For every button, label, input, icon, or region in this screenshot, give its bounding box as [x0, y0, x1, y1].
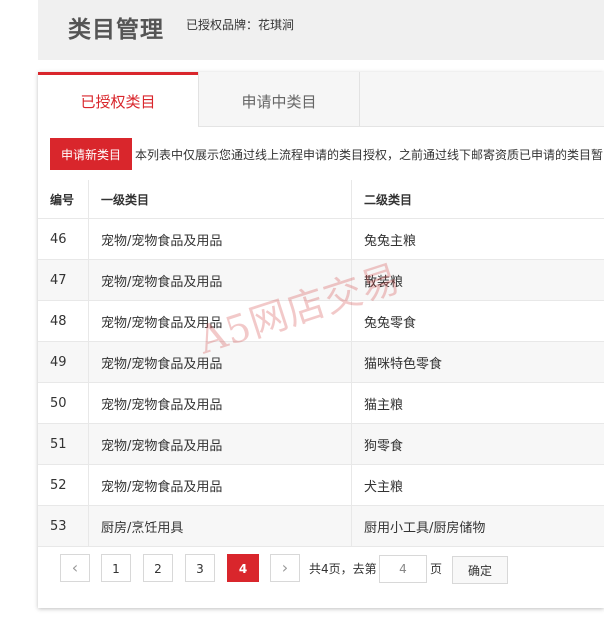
column-header-level1: 一级类目: [88, 180, 352, 219]
table-row: 53 厨房/烹饪用具 厨用小工具/厨房储物: [38, 505, 604, 547]
table-row: 48 宠物/宠物食品及用品 兔兔零食: [38, 300, 604, 342]
table-row: 52 宠物/宠物食品及用品 犬主粮: [38, 464, 604, 506]
cell-level1: 宠物/宠物食品及用品: [88, 341, 352, 383]
page-title: 类目管理: [68, 17, 164, 43]
cell-level1: 宠物/宠物食品及用品: [88, 423, 352, 465]
cell-level1: 厨房/烹饪用具: [88, 505, 352, 547]
cell-level2: 猫主粮: [351, 382, 604, 424]
authorized-brand-label: 已授权品牌：花琪涧: [186, 18, 295, 32]
notice-text: 本列表中仅展示您通过线上流程申请的类目授权，之前通过线下邮寄资质已申请的类目暂: [135, 148, 604, 162]
confirm-goto-button[interactable]: 确定: [452, 556, 508, 584]
page-button-4-current[interactable]: 4: [227, 554, 259, 582]
cell-level2: 猫咪特色零食: [351, 341, 604, 383]
page-unit-label: 页: [430, 562, 443, 576]
cell-id: 50: [38, 382, 89, 424]
table-row: 47 宠物/宠物食品及用品 散装粮: [38, 259, 604, 301]
cell-level2: 厨用小工具/厨房储物: [351, 505, 604, 547]
cell-level1: 宠物/宠物食品及用品: [88, 259, 352, 301]
cell-level2: 兔兔主粮: [351, 218, 604, 260]
tab-authorized-categories[interactable]: 已授权类目: [38, 72, 198, 127]
table-row: 49 宠物/宠物食品及用品 猫咪特色零食: [38, 341, 604, 383]
table-header-row: 编号 一级类目 二级类目: [38, 180, 604, 219]
cell-level1: 宠物/宠物食品及用品: [88, 382, 352, 424]
cell-level2: 兔兔零食: [351, 300, 604, 342]
category-table: 编号 一级类目 二级类目 46 宠物/宠物食品及用品 兔兔主粮 47 宠物/宠物…: [38, 180, 604, 547]
cell-level2: 狗零食: [351, 423, 604, 465]
cell-id: 47: [38, 259, 89, 301]
apply-new-category-button[interactable]: 申请新类目: [50, 138, 132, 170]
table-row: 51 宠物/宠物食品及用品 狗零食: [38, 423, 604, 465]
total-pages-label: 共4页，去第: [309, 562, 377, 576]
page-button-3[interactable]: 3: [185, 554, 215, 582]
cell-id: 46: [38, 218, 89, 260]
column-header-id: 编号: [38, 180, 89, 219]
next-page-button[interactable]: ›: [270, 554, 300, 582]
tab-pending-categories[interactable]: 申请中类目: [199, 72, 359, 126]
cell-level2: 散装粮: [351, 259, 604, 301]
cell-level1: 宠物/宠物食品及用品: [88, 464, 352, 506]
page-header: 类目管理 已授权品牌：花琪涧: [38, 0, 604, 60]
pagination: ‹ 1 2 3 4 › 共4页，去第 页 确定: [38, 542, 604, 592]
cell-id: 48: [38, 300, 89, 342]
cell-id: 51: [38, 423, 89, 465]
tab-bar: 已授权类目 申请中类目: [38, 72, 604, 127]
table-row: 46 宠物/宠物食品及用品 兔兔主粮: [38, 218, 604, 260]
cell-id: 49: [38, 341, 89, 383]
table-row: 50 宠物/宠物食品及用品 猫主粮: [38, 382, 604, 424]
column-header-level2: 二级类目: [351, 180, 604, 219]
prev-page-button[interactable]: ‹: [60, 554, 90, 582]
cell-level1: 宠物/宠物食品及用品: [88, 300, 352, 342]
goto-page-input[interactable]: [379, 555, 427, 583]
cell-id: 52: [38, 464, 89, 506]
page-button-2[interactable]: 2: [143, 554, 173, 582]
category-panel: 已授权类目 申请中类目 申请新类目 本列表中仅展示您通过线上流程申请的类目授权，…: [38, 72, 604, 608]
page-button-1[interactable]: 1: [101, 554, 131, 582]
cell-level1: 宠物/宠物食品及用品: [88, 218, 352, 260]
cell-level2: 犬主粮: [351, 464, 604, 506]
cell-id: 53: [38, 505, 89, 547]
tab-divider: [359, 72, 360, 126]
